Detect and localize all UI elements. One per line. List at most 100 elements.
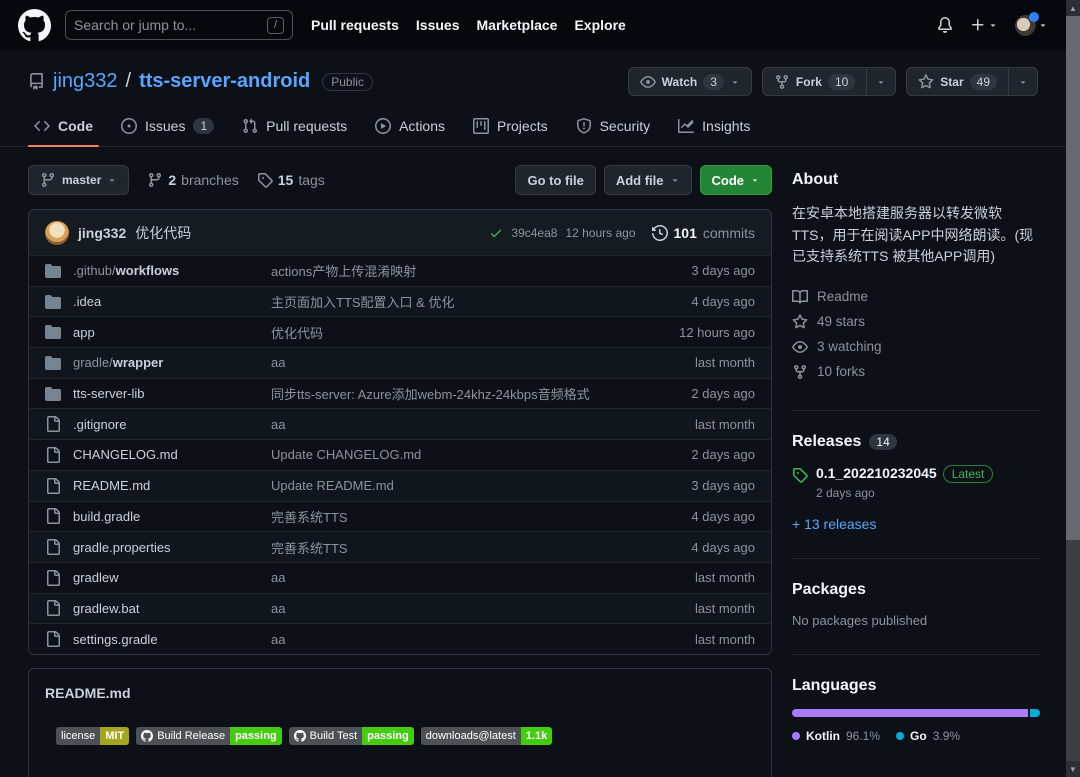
file-name-link[interactable]: tts-server-lib (73, 386, 271, 401)
commit-history-link[interactable]: 101 commits (652, 224, 755, 241)
commit-author-link[interactable]: jing332 (78, 225, 126, 241)
repo-owner-link[interactable]: jing332 (53, 70, 118, 93)
table-row[interactable]: gradlew.bat aa last month (29, 592, 771, 624)
language-kotlin[interactable]: Kotlin 96.1% (792, 729, 880, 743)
star-dropdown-button[interactable] (1009, 67, 1038, 96)
commit-message-link[interactable]: aa (271, 601, 615, 616)
vertical-scrollbar[interactable]: ▲ ▼ (1066, 0, 1080, 777)
path-name[interactable]: wrapper (113, 355, 164, 370)
tags-link[interactable]: 15 tags (257, 172, 325, 188)
tab-actions[interactable]: Actions (365, 108, 455, 146)
code-download-button[interactable]: Code (699, 165, 772, 195)
commit-message-link[interactable]: Update README.md (271, 478, 615, 493)
commit-message-link[interactable]: aa (271, 632, 615, 647)
scroll-down-arrow[interactable]: ▼ (1066, 761, 1080, 777)
kotlin-bar-segment[interactable] (792, 709, 1029, 718)
path-name[interactable]: CHANGELOG.md (73, 447, 178, 462)
table-row[interactable]: .idea 主页面加入TTS配置入口 & 优化 4 days ago (29, 285, 771, 317)
table-row[interactable]: README.md Update README.md 3 days ago (29, 469, 771, 501)
path-name[interactable]: settings.gradle (73, 632, 158, 647)
file-name-link[interactable]: gradle/wrapper (73, 355, 271, 370)
more-releases-link[interactable]: + 13 releases (792, 516, 876, 532)
nav-marketplace[interactable]: Marketplace (477, 17, 558, 33)
build-test-badge[interactable]: Build Test passing (288, 726, 414, 745)
star-button[interactable]: Star 49 (906, 67, 1009, 96)
commit-message-link[interactable]: Update CHANGELOG.md (271, 447, 615, 462)
nav-issues[interactable]: Issues (416, 17, 460, 33)
path-name[interactable]: gradlew.bat (73, 601, 140, 616)
path-name[interactable]: gradlew (73, 570, 119, 585)
commit-message-link[interactable]: aa (271, 417, 615, 432)
commit-message-link[interactable]: 同步tts-server: Azure添加webm-24khz-24kbps音频… (271, 384, 615, 403)
go-bar-segment[interactable] (1030, 709, 1040, 718)
commit-message-link[interactable]: 优化代码 (271, 323, 615, 342)
github-logo-icon[interactable] (18, 9, 51, 42)
table-row[interactable]: .gitignore aa last month (29, 408, 771, 440)
tab-code[interactable]: Code (24, 108, 103, 147)
commit-message-link[interactable]: aa (271, 570, 615, 585)
file-name-link[interactable]: gradlew.bat (73, 601, 271, 616)
tab-projects[interactable]: Projects (463, 108, 558, 146)
file-name-link[interactable]: gradlew (73, 570, 271, 585)
forks-link[interactable]: 10 forks (792, 359, 1040, 384)
file-name-link[interactable]: app (73, 325, 271, 340)
file-name-link[interactable]: .github/workflows (73, 263, 271, 278)
table-row[interactable]: gradlew aa last month (29, 561, 771, 593)
path-name[interactable]: README.md (73, 478, 150, 493)
table-row[interactable]: app 优化代码 12 hours ago (29, 316, 771, 347)
file-name-link[interactable]: build.gradle (73, 509, 271, 524)
path-name[interactable]: tts-server-lib (73, 386, 145, 401)
release-tag-name[interactable]: 0.1_202210232045 (816, 465, 937, 481)
file-name-link[interactable]: CHANGELOG.md (73, 447, 271, 462)
fork-button[interactable]: Fork 10 (761, 67, 868, 96)
scrollbar-thumb[interactable] (1066, 16, 1080, 540)
path-name[interactable]: workflows (116, 263, 180, 278)
commit-message-link[interactable]: aa (271, 355, 615, 370)
path-name[interactable]: app (73, 325, 95, 340)
repo-name-link[interactable]: tts-server-android (139, 70, 310, 93)
add-file-button[interactable]: Add file (603, 165, 692, 195)
branches-link[interactable]: 2 branches (147, 172, 239, 188)
table-row[interactable]: .github/workflows actions产物上传混淆映射 3 days… (29, 255, 771, 286)
path-name[interactable]: .gitignore (73, 417, 126, 432)
build-release-badge[interactable]: Build Release passing (136, 726, 282, 745)
commit-author-avatar[interactable] (45, 220, 69, 245)
license-badge[interactable]: license MIT (56, 726, 130, 745)
path-prefix[interactable]: gradle/ (73, 355, 113, 370)
table-row[interactable]: settings.gradle aa last month (29, 623, 771, 654)
commit-message-link[interactable]: 优化代码 (135, 223, 191, 243)
file-name-link[interactable]: README.md (73, 478, 271, 493)
readme-link[interactable]: Readme (792, 284, 1040, 309)
table-row[interactable]: gradle.properties 完善系统TTS 4 days ago (29, 531, 771, 562)
path-name[interactable]: build.gradle (73, 509, 140, 524)
nav-explore[interactable]: Explore (574, 17, 625, 33)
path-name[interactable]: .idea (73, 294, 101, 309)
table-row[interactable]: gradle/wrapper aa last month (29, 347, 771, 378)
search-input[interactable] (74, 17, 261, 33)
fork-dropdown-button[interactable] (867, 67, 897, 96)
check-icon[interactable] (489, 226, 503, 240)
file-name-link[interactable]: settings.gradle (73, 632, 271, 647)
watching-link[interactable]: 3 watching (792, 334, 1040, 359)
tab-pull-requests[interactable]: Pull requests (232, 108, 357, 146)
commit-message-link[interactable]: 完善系统TTS (271, 538, 615, 557)
go-to-file-button[interactable]: Go to file (515, 165, 596, 195)
tab-security[interactable]: Security (566, 108, 661, 146)
latest-release[interactable]: 0.1_202210232045 Latest 2 days ago (792, 465, 1040, 500)
table-row[interactable]: CHANGELOG.md Update CHANGELOG.md 2 days … (29, 439, 771, 470)
table-row[interactable]: build.gradle 完善系统TTS 4 days ago (29, 500, 771, 532)
user-menu[interactable] (1015, 11, 1048, 36)
stars-link[interactable]: 49 stars (792, 309, 1040, 334)
commit-sha-link[interactable]: 39c4ea8 (511, 226, 557, 240)
path-prefix[interactable]: .github/ (73, 263, 116, 278)
file-name-link[interactable]: gradle.properties (73, 540, 271, 555)
bell-icon[interactable] (937, 17, 953, 33)
create-new-button[interactable] (970, 17, 998, 33)
file-name-link[interactable]: .idea (73, 294, 271, 309)
file-name-link[interactable]: .gitignore (73, 417, 271, 432)
language-go[interactable]: Go 3.9% (896, 729, 960, 743)
commit-message-link[interactable]: 完善系统TTS (271, 507, 615, 526)
branch-selector[interactable]: master (28, 165, 130, 195)
table-row[interactable]: tts-server-lib 同步tts-server: Azure添加webm… (29, 377, 771, 409)
path-name[interactable]: gradle.properties (73, 540, 171, 555)
